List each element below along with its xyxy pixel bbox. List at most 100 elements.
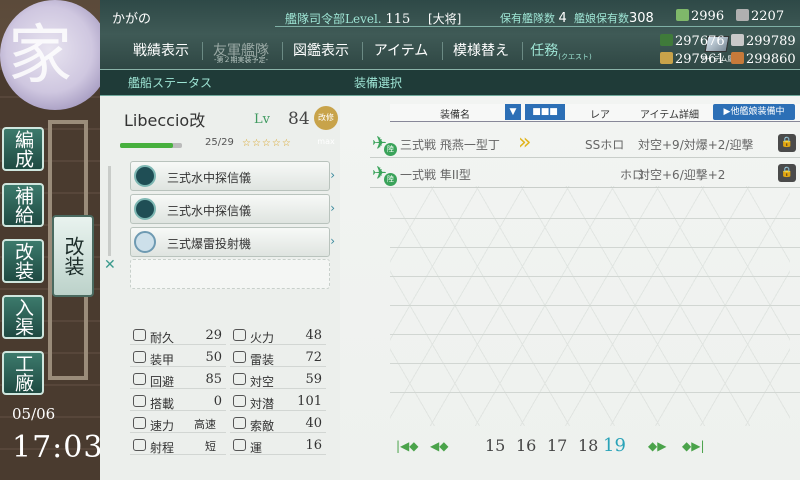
lv-label: Lv: [254, 112, 270, 127]
dev-material-icon: [736, 9, 749, 21]
stat-label: 雷装: [250, 353, 275, 367]
empty-row-divider: [390, 392, 800, 393]
lock-icon[interactable]: 🔒: [778, 164, 796, 182]
col-rarity-header: レア: [590, 110, 610, 121]
sort-dropdown-button[interactable]: ▼: [505, 104, 521, 120]
time-display: 17:03: [12, 430, 104, 465]
fuel-icon: [660, 34, 673, 46]
hq-level: 艦隊司令部Level. 115: [285, 10, 410, 27]
stat-range: 射程 短: [130, 436, 226, 455]
hp-bar: [120, 143, 182, 148]
sidebar-dock-button[interactable]: 入渠: [2, 295, 44, 339]
menu-item[interactable]: アイテム: [364, 36, 438, 66]
empty-row-divider: [390, 247, 800, 248]
rank: [大将]: [428, 12, 462, 26]
ammo-value: 297961: [675, 52, 725, 67]
equip-slot-3[interactable]: 三式爆雷投射機 ›: [130, 227, 335, 257]
stat-asw: 対潜 101: [230, 392, 326, 411]
menu-sortie-record[interactable]: 戦績表示: [124, 36, 198, 66]
menu-quest[interactable]: 任務(クエスト): [526, 36, 596, 66]
stat-label: 速力: [150, 419, 175, 433]
port-emblem-icon[interactable]: 家: [0, 0, 110, 110]
unequip-close-icon[interactable]: ✕: [104, 257, 116, 273]
stat-value: 59: [305, 372, 322, 387]
stat-label: 対空: [250, 375, 275, 389]
equip-slot-1[interactable]: 三式水中探信儀 ›: [130, 161, 335, 191]
equip-slot-4[interactable]: [130, 259, 330, 289]
date-display: 05/06: [12, 405, 56, 423]
dev-material-value: 2207: [751, 9, 785, 24]
stat-evasion: 回避 85: [130, 370, 226, 389]
range-icon: [133, 439, 146, 451]
equip-count-value: 308: [629, 11, 654, 26]
menu-furniture[interactable]: 模様替え: [444, 36, 518, 66]
equip-row-2[interactable]: ✈ 陸 一式戦 隼II型 ホロ 対空+6/迎撃+2 🔒: [370, 160, 800, 188]
lock-icon[interactable]: 🔒: [778, 134, 796, 152]
equip-row-1[interactable]: ✈ 陸 三式戦 飛燕一型丁 » SSホロ 対空+9/対爆+2/迎撃 🔒: [370, 130, 800, 158]
land-fighter-icon: ✈ 陸: [372, 164, 397, 186]
page-17[interactable]: 17: [547, 436, 567, 455]
torpedo-icon: [233, 351, 246, 363]
empty-row-divider: [390, 218, 800, 219]
hex-background: [390, 186, 790, 426]
next-page-icon[interactable]: ◆▶: [648, 439, 666, 453]
ship-count: 保有艦隊数 4: [500, 10, 567, 26]
page-18[interactable]: 18: [578, 436, 598, 455]
menu-separator: [362, 42, 363, 60]
first-page-icon[interactable]: |◀◆: [396, 439, 419, 453]
sidebar-supply-button[interactable]: 補給: [2, 183, 44, 227]
equipment-select-panel: 装備名 レア アイテム詳細 ▼ ■■■ ▶他艦娘装備中 ✈ 陸 三式戦 飛燕一型丁…: [340, 96, 800, 480]
hp-text: 25/29: [205, 137, 234, 148]
filter-button[interactable]: ■■■: [525, 104, 565, 120]
equip-name: 一式戦 隼II型: [400, 168, 471, 182]
prev-page-icon[interactable]: ◀◆: [430, 439, 448, 453]
slot-label: 三式爆雷投射機: [167, 237, 252, 251]
stat-aircraft: 搭載 0: [130, 392, 226, 411]
stat-hp: 耐久 29: [130, 326, 226, 345]
equip-slot-2[interactable]: 三式水中探信儀 ›: [130, 194, 335, 224]
ship-name: Libeccio改: [124, 111, 206, 130]
active-remodel-tab[interactable]: 改装: [52, 215, 94, 297]
page-16[interactable]: 16: [516, 436, 536, 455]
slot-arrow-icon: ›: [330, 234, 335, 248]
depth-charge-icon: [134, 231, 156, 253]
empty-row-divider: [390, 305, 800, 306]
sidebar-factory-button[interactable]: 工廠: [2, 351, 44, 395]
ship-status-title: 艦船ステータス: [128, 76, 213, 90]
stat-label: 索敵: [250, 419, 275, 433]
fuel-resource: 297676: [660, 34, 725, 49]
other-ship-equipped-button[interactable]: ▶他艦娘装備中: [713, 104, 795, 120]
stat-value: 短: [205, 440, 216, 453]
sidebar-organize-button[interactable]: 編成: [2, 127, 44, 171]
page-15[interactable]: 15: [485, 436, 505, 455]
stat-label: 運: [250, 441, 263, 455]
menu-separator: [202, 42, 203, 60]
ship-level: 84: [288, 109, 310, 129]
stat-value: 48: [305, 328, 322, 343]
menu-friend-fleet[interactable]: 友軍艦隊 -第２期実装予定-: [204, 36, 278, 66]
page-19-current[interactable]: 19: [603, 435, 626, 456]
equip-count-label: 艦娘保有数: [574, 12, 629, 25]
equip-rarity: SSホロ: [585, 138, 625, 152]
menu-library[interactable]: 図鑑表示: [284, 36, 358, 66]
ammo-resource: 297961: [660, 52, 725, 67]
aircraft-icon: [133, 395, 146, 407]
bucket-resource: 2996: [676, 9, 724, 24]
stat-label: 搭載: [150, 397, 175, 411]
equip-detail: 対空+6/迎撃+2: [638, 168, 726, 182]
stat-aa: 対空 59: [230, 370, 326, 389]
stat-label: 射程: [150, 441, 175, 455]
stat-label: 装甲: [150, 353, 175, 367]
sidebar-remodel-button[interactable]: 改装: [2, 239, 44, 283]
stat-value: 0: [213, 394, 222, 409]
stat-value: 50: [205, 350, 222, 365]
equip-detail: 対空+9/対爆+2/迎撃: [638, 138, 754, 152]
stat-label: 回避: [150, 375, 175, 389]
pagination: |◀◆ ◀◆ 15 16 17 18 19 ◆▶ ◆▶|: [390, 435, 750, 460]
quest-sub: (クエスト): [558, 52, 592, 61]
last-page-icon[interactable]: ◆▶|: [682, 439, 705, 453]
equip-select-title: 装備選択: [354, 76, 403, 90]
stat-value: 16: [305, 438, 322, 453]
slot-arrow-icon: ›: [330, 168, 335, 182]
sonar-icon: [134, 165, 156, 187]
